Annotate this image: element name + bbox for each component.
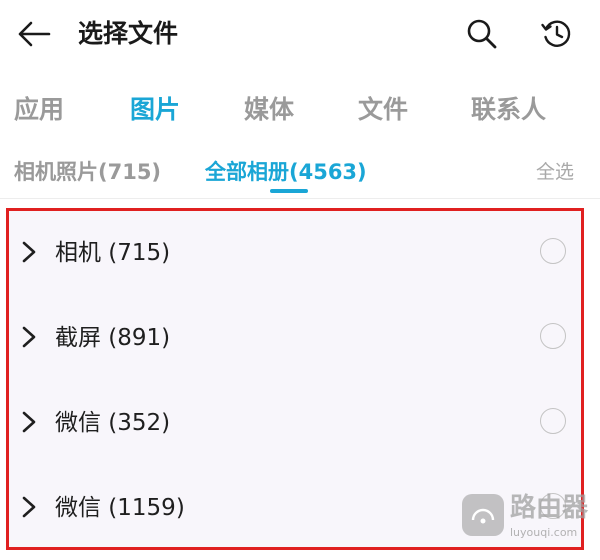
category-tabs: 应用 图片 媒体 文件 联系人 (0, 88, 600, 132)
select-all-button[interactable]: 全选 (536, 154, 574, 190)
album-label: 微信 (1159) (55, 495, 185, 521)
subtab-camera-photos[interactable]: 相机照片(715) (14, 154, 161, 190)
subtab-all-albums[interactable]: 全部相册(4563) (205, 154, 367, 190)
search-button[interactable] (460, 12, 504, 56)
album-label: 截屏 (891) (55, 325, 171, 351)
tab-apps[interactable]: 应用 (14, 88, 64, 132)
chevron-right-icon (22, 411, 36, 433)
tab-media[interactable]: 媒体 (244, 88, 294, 132)
history-clock-icon (541, 20, 571, 47)
back-button[interactable] (14, 14, 54, 54)
album-select-checkbox[interactable] (540, 238, 566, 264)
album-select-checkbox[interactable] (540, 408, 566, 434)
arrow-left-icon (18, 21, 51, 47)
divider (0, 198, 600, 199)
album-row-camera[interactable]: 相机 (715) (9, 213, 581, 293)
active-subtab-indicator (270, 189, 308, 193)
tab-images[interactable]: 图片 (130, 88, 180, 132)
chevron-right-icon (22, 496, 36, 518)
top-bar: 选择文件 (0, 0, 600, 68)
album-row-screenshots[interactable]: 截屏 (891) (9, 298, 581, 378)
search-icon (467, 19, 497, 49)
watermark-logo: 路由器 luyouqi.com (462, 486, 592, 554)
album-row-wechat[interactable]: 微信 (352) (9, 383, 581, 463)
tab-contacts[interactable]: 联系人 (471, 88, 546, 132)
tab-files[interactable]: 文件 (358, 88, 408, 132)
album-label: 相机 (715) (55, 240, 171, 266)
watermark-text: 路由器 (510, 493, 589, 523)
chevron-right-icon (22, 241, 36, 263)
router-logo-icon (462, 494, 504, 536)
watermark-url: luyouqi.com (510, 526, 578, 539)
page-title: 选择文件 (78, 19, 179, 48)
album-label: 微信 (352) (55, 410, 171, 436)
history-button[interactable] (535, 12, 579, 56)
chevron-right-icon (22, 326, 36, 348)
album-select-checkbox[interactable] (540, 323, 566, 349)
